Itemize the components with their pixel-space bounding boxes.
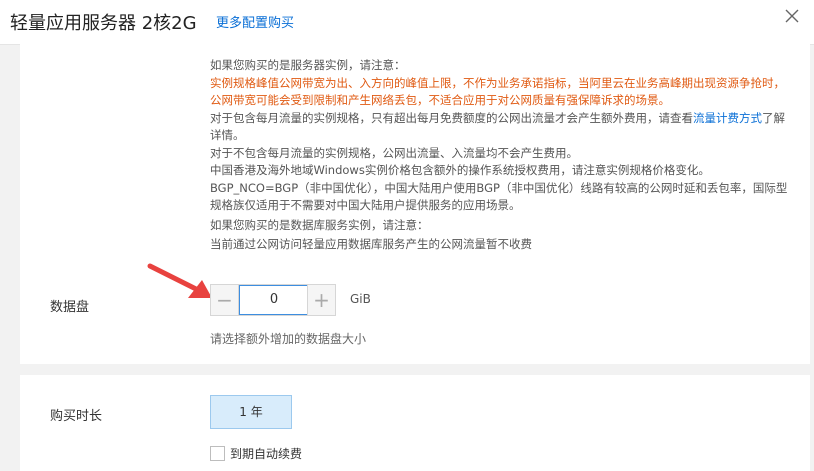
- disk-unit: GiB: [350, 292, 371, 306]
- decrease-button[interactable]: −: [211, 285, 239, 315]
- data-disk-stepper[interactable]: − 0 +: [210, 284, 336, 316]
- bgp-note: BGP_NCO=BGP（非中国优化），中国大陆用户使用BGP（非中国优化）线路有…: [210, 180, 788, 213]
- dialog-header: 轻量应用服务器 2核2G 更多配置购买: [0, 0, 814, 45]
- data-disk-size-input[interactable]: 0: [239, 285, 309, 315]
- dialog-title: 轻量应用服务器 2核2G: [10, 13, 197, 34]
- auto-renew-label[interactable]: 到期自动续费: [230, 445, 302, 462]
- bandwidth-warning: 实例规格峰值公网带宽为出、入方向的峰值上限，不作为业务承诺指标，当阿里云在业务高…: [210, 75, 785, 108]
- data-disk-hint: 请选择额外增加的数据盘大小: [210, 332, 367, 346]
- duration-card: 购买时长 1 年 到期自动续费: [20, 375, 810, 471]
- traffic-note: 对于包含每月流量的实例规格，只有超出每月免费额度的公网出流量才会产生额外费用，请…: [210, 110, 785, 143]
- close-icon[interactable]: [782, 6, 802, 26]
- auto-renew-checkbox[interactable]: [210, 446, 225, 461]
- duration-label: 购买时长: [50, 409, 103, 424]
- config-card: 如果您购买的是服务器实例，请注意： 实例规格峰值公网带宽为出、入方向的峰值上限，…: [20, 44, 810, 364]
- db-note: 当前通过公网访问轻量应用数据库服务产生的公网流量暂不收费: [210, 237, 532, 251]
- traffic-billing-link[interactable]: 流量计费方式: [693, 111, 762, 125]
- db-notes-title: 如果您购买的是数据库服务实例，请注意：: [210, 217, 429, 232]
- windows-note: 中国香港及海外地域Windows实例价格包含额外的操作系统授权费用，请注意实例规…: [210, 163, 710, 177]
- data-disk-label: 数据盘: [50, 300, 90, 315]
- duration-option-1-year[interactable]: 1 年: [210, 395, 292, 429]
- arrow-pointer-icon: [147, 263, 212, 298]
- server-notes-title: 如果您购买的是服务器实例，请注意：: [210, 58, 406, 72]
- more-config-link[interactable]: 更多配置购买: [216, 12, 294, 31]
- increase-button[interactable]: +: [307, 285, 335, 315]
- purchase-notes: 如果您购买的是服务器实例，请注意： 实例规格峰值公网带宽为出、入方向的峰值上限，…: [210, 57, 790, 254]
- no-traffic-note: 对于不包含每月流量的实例规格，公网出流量、入流量均不会产生费用。: [210, 145, 578, 160]
